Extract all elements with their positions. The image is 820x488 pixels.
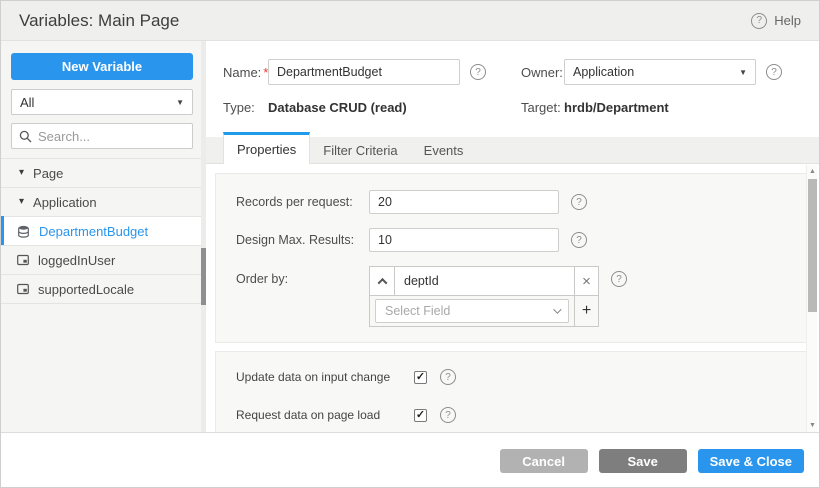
records-per-request-input[interactable] [369, 190, 559, 214]
update-on-input-change-row: Update data on input change ✓ ? [236, 369, 806, 385]
request-on-page-load-checkbox[interactable]: ✓ [414, 408, 427, 422]
design-max-results-input[interactable] [369, 228, 559, 252]
editor-tabs: Properties Filter Criteria Events [206, 132, 819, 164]
database-crud-variable-icon [18, 225, 29, 238]
scroll-up-icon[interactable]: ▲ [807, 168, 818, 175]
design-max-results-help-icon[interactable]: ? [571, 232, 587, 248]
search-input[interactable] [38, 128, 185, 144]
scroll-down-icon[interactable]: ▼ [807, 422, 818, 429]
target-value: hrdb/Department [564, 100, 669, 115]
tree-group-application[interactable]: ▾ Application [1, 188, 206, 217]
select-field-placeholder: Select Field [385, 304, 451, 318]
search-icon [19, 130, 32, 142]
name-label: Name: * [223, 64, 269, 80]
chevron-down-icon [553, 305, 562, 314]
static-variable-icon [17, 283, 29, 295]
tree-group-label: Page [33, 165, 64, 181]
target-label: Target: [521, 100, 561, 115]
order-by-add-row: Select Field + [370, 295, 598, 326]
records-per-request-label: Records per request: [236, 195, 353, 209]
chevron-up-icon [377, 277, 387, 288]
content-scrollbar-thumb[interactable] [808, 179, 817, 312]
save-button[interactable]: Save [598, 449, 687, 473]
update-on-input-change-help-icon[interactable]: ? [440, 369, 456, 385]
tree-group-label: Application [33, 194, 97, 210]
help-question-icon: ? [751, 12, 768, 29]
tab-events[interactable]: Events [411, 137, 477, 163]
tree-item-label: supportedLocale [38, 281, 135, 297]
add-field-button[interactable]: + [574, 296, 598, 326]
request-on-page-load-help-icon[interactable]: ? [440, 407, 456, 423]
order-by-widget: deptId × Select Field + [369, 266, 599, 327]
behavior-panel: Update data on input change ✓ ? Request … [215, 351, 807, 432]
type-value: Database CRUD (read) [268, 100, 407, 115]
request-on-page-load-label: Request data on page load [236, 408, 381, 422]
dropdown-arrow-icon: ▼ [176, 97, 184, 107]
select-field-cell: Select Field [370, 296, 574, 326]
scope-filter-value: All [20, 94, 35, 110]
collapse-arrow-icon: ▾ [19, 196, 25, 207]
scope-filter-select[interactable]: All ▼ [11, 89, 193, 115]
dialog-footer: Cancel Save Save & Close [1, 432, 819, 487]
data-settings-panel: Records per request: ? Design Max. Resul… [215, 173, 807, 343]
request-on-page-load-row: Request data on page load ✓ ? [236, 407, 806, 423]
name-input[interactable] [268, 59, 460, 85]
owner-label: Owner:* [521, 65, 570, 80]
order-by-label: Order by: [236, 272, 289, 286]
remove-field-button[interactable]: × [574, 267, 598, 295]
select-field-dropdown[interactable]: Select Field [375, 299, 569, 323]
type-label: Type: [223, 100, 255, 115]
update-on-input-change-checkbox[interactable]: ✓ [414, 370, 427, 384]
new-variable-button[interactable]: New Variable [11, 53, 193, 80]
owner-value: Application [573, 65, 635, 79]
tree-group-page[interactable]: ▾ Page [1, 159, 206, 188]
dropdown-arrow-icon: ▼ [739, 67, 747, 77]
variables-tree: ▾ Page ▾ Application DepartmentBudget lo… [1, 158, 206, 304]
tree-item-label: loggedInUser [38, 252, 116, 268]
help-button[interactable]: ? Help [751, 12, 801, 29]
variable-editor: Name:* ? Owner:* Application ▼ ? Type: D… [206, 41, 819, 432]
owner-select[interactable]: Application ▼ [564, 59, 756, 85]
variables-sidebar: New Variable All ▼ ▾ Page ▾ Ap [1, 41, 206, 432]
cancel-button[interactable]: Cancel [499, 449, 588, 473]
design-max-results-label: Design Max. Results: [236, 233, 355, 247]
variable-summary-form: Name:* ? Owner:* Application ▼ ? Type: D… [206, 41, 819, 115]
records-per-request-help-icon[interactable]: ? [571, 194, 587, 210]
collapse-arrow-icon: ▾ [19, 167, 25, 178]
move-up-button[interactable] [370, 267, 395, 295]
search-box [11, 123, 193, 149]
order-by-entry-row: deptId × [370, 267, 598, 295]
tab-filter-criteria[interactable]: Filter Criteria [310, 137, 410, 163]
order-by-field-value[interactable]: deptId [395, 267, 574, 295]
static-variable-icon [17, 254, 29, 266]
save-and-close-button[interactable]: Save & Close [697, 449, 804, 473]
name-help-icon[interactable]: ? [470, 64, 486, 80]
tree-item-supportedlocale[interactable]: supportedLocale [1, 275, 206, 304]
tree-item-label: DepartmentBudget [39, 223, 149, 239]
update-on-input-change-label: Update data on input change [236, 370, 391, 384]
owner-help-icon[interactable]: ? [766, 64, 782, 80]
dialog-header: Variables: Main Page ? Help [1, 1, 819, 41]
tree-item-departmentbudget[interactable]: DepartmentBudget [1, 216, 206, 246]
properties-tab-content: Records per request: ? Design Max. Resul… [206, 164, 819, 432]
order-by-help-icon[interactable]: ? [611, 271, 627, 287]
tab-properties[interactable]: Properties [223, 132, 311, 164]
help-label: Help [774, 13, 801, 28]
content-scrollbar-track[interactable]: ▲ ▼ [806, 165, 817, 432]
page-title: Variables: Main Page [19, 10, 180, 30]
variables-dialog: Variables: Main Page ? Help New Variable… [0, 0, 820, 488]
tree-item-loggedinuser[interactable]: loggedInUser [1, 246, 206, 275]
